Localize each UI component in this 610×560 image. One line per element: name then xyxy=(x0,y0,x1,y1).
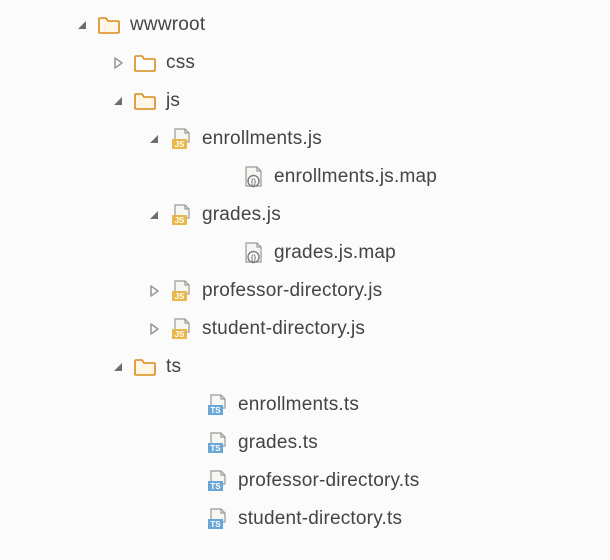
tree-item-label: ts xyxy=(166,356,181,378)
tree-item-label: grades.js.map xyxy=(274,242,396,264)
folder-open-icon xyxy=(134,356,156,378)
chevron-down-icon[interactable] xyxy=(144,129,164,149)
svg-text:TS: TS xyxy=(210,406,221,415)
folder-css[interactable]: css xyxy=(0,44,610,82)
ts-file-icon: TS xyxy=(206,432,228,454)
svg-text:TS: TS xyxy=(210,444,221,453)
file-grades-js[interactable]: JS grades.js xyxy=(0,196,610,234)
file-professor-directory-ts[interactable]: TS professor-directory.ts xyxy=(0,462,610,500)
tree-item-label: student-directory.js xyxy=(202,318,365,340)
svg-text:TS: TS xyxy=(210,482,221,491)
file-enrollments-js-map[interactable]: {} enrollments.js.map xyxy=(0,158,610,196)
tree-item-label: js xyxy=(166,90,180,112)
chevron-right-icon[interactable] xyxy=(144,281,164,301)
js-file-icon: JS xyxy=(170,280,192,302)
svg-text:{}: {} xyxy=(251,179,257,186)
svg-text:JS: JS xyxy=(175,140,185,149)
tree-item-label: enrollments.js.map xyxy=(274,166,437,188)
folder-js[interactable]: js xyxy=(0,82,610,120)
file-enrollments-ts[interactable]: TS enrollments.ts xyxy=(0,386,610,424)
file-student-directory-ts[interactable]: TS student-directory.ts xyxy=(0,500,610,538)
folder-ts[interactable]: ts xyxy=(0,348,610,386)
file-enrollments-js[interactable]: JS enrollments.js xyxy=(0,120,610,158)
chevron-down-icon[interactable] xyxy=(144,205,164,225)
ts-file-icon: TS xyxy=(206,508,228,530)
file-tree: wwwroot css js JS enrollments.js {} enro… xyxy=(0,0,610,538)
folder-wwwroot[interactable]: wwwroot xyxy=(0,6,610,44)
chevron-down-icon[interactable] xyxy=(108,91,128,111)
svg-text:JS: JS xyxy=(175,330,185,339)
js-file-icon: JS xyxy=(170,318,192,340)
js-file-icon: JS xyxy=(170,204,192,226)
chevron-right-icon[interactable] xyxy=(108,53,128,73)
file-professor-directory-js[interactable]: JS professor-directory.js xyxy=(0,272,610,310)
tree-item-label: professor-directory.ts xyxy=(238,470,419,492)
svg-text:{}: {} xyxy=(251,255,257,262)
file-grades-js-map[interactable]: {} grades.js.map xyxy=(0,234,610,272)
svg-text:JS: JS xyxy=(175,292,185,301)
tree-item-label: css xyxy=(166,52,195,74)
folder-open-icon xyxy=(98,14,120,36)
chevron-right-icon[interactable] xyxy=(144,319,164,339)
svg-text:TS: TS xyxy=(210,520,221,529)
js-file-icon: JS xyxy=(170,128,192,150)
ts-file-icon: TS xyxy=(206,470,228,492)
folder-open-icon xyxy=(134,90,156,112)
file-student-directory-js[interactable]: JS student-directory.js xyxy=(0,310,610,348)
chevron-down-icon[interactable] xyxy=(72,15,92,35)
map-file-icon: {} xyxy=(242,166,264,188)
tree-item-label: grades.ts xyxy=(238,432,318,454)
map-file-icon: {} xyxy=(242,242,264,264)
folder-icon xyxy=(134,52,156,74)
tree-item-label: enrollments.js xyxy=(202,128,322,150)
tree-item-label: professor-directory.js xyxy=(202,280,382,302)
tree-item-label: enrollments.ts xyxy=(238,394,359,416)
svg-text:JS: JS xyxy=(175,216,185,225)
chevron-down-icon[interactable] xyxy=(108,357,128,377)
tree-item-label: grades.js xyxy=(202,204,281,226)
tree-item-label: student-directory.ts xyxy=(238,508,402,530)
file-grades-ts[interactable]: TS grades.ts xyxy=(0,424,610,462)
tree-item-label: wwwroot xyxy=(130,14,205,36)
ts-file-icon: TS xyxy=(206,394,228,416)
